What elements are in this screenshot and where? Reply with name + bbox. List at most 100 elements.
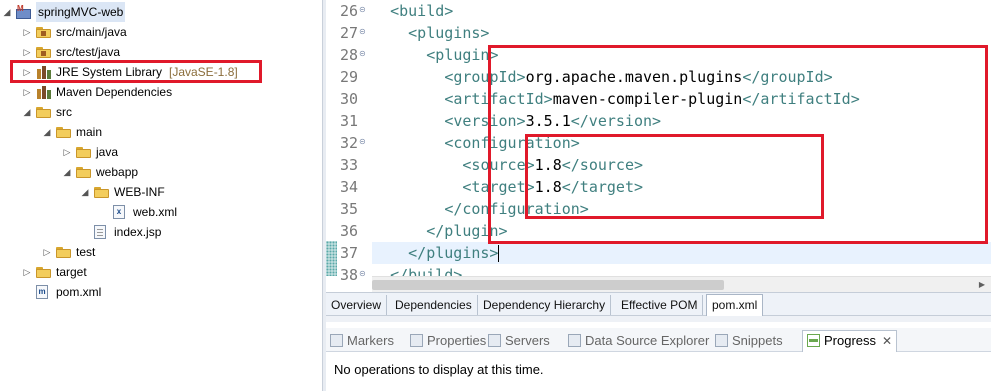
jsp-file-icon (94, 225, 106, 239)
line-number: 37 (340, 244, 359, 262)
tree-item-test[interactable]: ▷ test (0, 242, 320, 262)
tree-item-label: main (76, 125, 103, 139)
xml-tag: </plugins> (408, 244, 499, 262)
view-tab-markers[interactable]: Markers (330, 331, 394, 351)
markers-icon (330, 334, 343, 347)
line-number: 36 (340, 222, 359, 240)
folder-icon (76, 147, 91, 158)
tree-item-index-jsp[interactable]: index.jsp (0, 222, 320, 242)
project-explorer: ◢ MspringMVC-web ▷ src/main/java ▷ src/test/j… (0, 0, 322, 391)
tree-item-pom-xml[interactable]: m pom.xml (0, 282, 320, 302)
tree-item-target[interactable]: ▷ target (0, 262, 320, 282)
view-tab-label: Progress (824, 333, 877, 348)
tree-item-maven-dependencies[interactable]: ▷ Maven Dependencies (0, 82, 320, 102)
tree-item-web-xml[interactable]: x web.xml (0, 202, 320, 222)
folder-icon (56, 127, 71, 138)
collapsed-arrow-icon[interactable]: ▷ (22, 22, 32, 42)
tab-overview[interactable]: Overview (326, 295, 388, 315)
tree-item-label: pom.xml (56, 285, 102, 299)
maven-pom-icon: m (36, 285, 48, 299)
code-line[interactable]: </plugins> (372, 242, 991, 264)
fold-toggle-icon[interactable]: ⊝ (359, 28, 367, 36)
tab-dependencies[interactable]: Dependencies (390, 295, 478, 315)
xml-file-icon: x (113, 205, 125, 219)
tree-item-main[interactable]: ◢ main (0, 122, 320, 142)
view-tab-label: Properties (427, 333, 487, 348)
expanded-arrow-icon[interactable]: ◢ (42, 122, 52, 142)
xml-tag: <plugins> (408, 24, 490, 42)
collapsed-arrow-icon[interactable]: ▷ (22, 82, 32, 102)
view-tab-label: Markers (347, 333, 394, 348)
tree-item-label: webapp (96, 165, 139, 179)
expanded-arrow-icon[interactable]: ◢ (80, 182, 90, 202)
collapsed-arrow-icon[interactable]: ▷ (22, 42, 32, 62)
collapsed-arrow-icon[interactable]: ▷ (42, 242, 52, 262)
bottom-view-panel: Markers Properties Servers Data Source Expl… (326, 316, 991, 391)
folder-icon (36, 107, 51, 118)
tree-item-webapp[interactable]: ◢ webapp (0, 162, 320, 182)
collapsed-arrow-icon[interactable]: ▷ (22, 262, 32, 282)
expanded-arrow-icon[interactable]: ◢ (62, 162, 72, 182)
tree-item-web-inf[interactable]: ◢ WEB-INF (0, 182, 320, 202)
package-folder-icon (36, 27, 51, 38)
fold-toggle-icon[interactable]: ⊝ (359, 50, 367, 58)
code-line[interactable]: <plugins> (372, 22, 489, 44)
view-tab-servers[interactable]: Servers (488, 331, 550, 351)
view-tab-data-source-explorer[interactable]: Data Source Explorer (568, 331, 709, 351)
tab-pom-xml[interactable]: pom.xml (706, 294, 764, 316)
tree-item-label: test (76, 245, 96, 259)
fold-toggle-icon[interactable]: ⊝ (359, 6, 367, 14)
tree-item-label: springMVC-web (36, 2, 126, 22)
jre-library-highlight-box (10, 60, 262, 83)
fold-toggle-icon[interactable]: ⊝ (359, 138, 367, 146)
expanded-arrow-icon[interactable]: ◢ (2, 2, 12, 22)
line-number: 29 (340, 68, 359, 86)
tab-effective-pom[interactable]: Effective POM (616, 295, 704, 315)
folder-icon (36, 267, 51, 278)
view-tab-snippets[interactable]: Snippets (715, 331, 783, 351)
view-tab-label: Snippets (732, 333, 783, 348)
code-line[interactable]: <build> (372, 0, 453, 22)
line-number: 31 (340, 112, 359, 130)
library-icon (36, 85, 52, 99)
code-line[interactable]: <plugin> (372, 44, 498, 66)
collapsed-arrow-icon[interactable]: ▷ (62, 142, 72, 162)
line-number: 33 (340, 156, 359, 174)
tree-item-label: src/test/java (56, 45, 121, 59)
horizontal-scrollbar[interactable]: ▶ (372, 276, 991, 292)
servers-icon (488, 334, 501, 347)
progress-message: No operations to display at this time. (334, 362, 544, 377)
properties-icon (410, 334, 423, 347)
folder-icon (56, 247, 71, 258)
maven-project-icon: M (16, 5, 32, 19)
tree-item-src-main-java[interactable]: ▷ src/main/java (0, 22, 320, 42)
xml-tag: <build> (390, 2, 454, 20)
tree-item-label: target (56, 265, 87, 279)
tree-item-label: index.jsp (114, 225, 162, 239)
configuration-highlight-box (525, 134, 824, 219)
scroll-right-arrow-icon[interactable]: ▶ (979, 277, 985, 293)
pom-editor-tabs: Overview Dependencies Dependency Hierarchy… (326, 292, 991, 316)
scrollbar-thumb[interactable] (372, 280, 724, 290)
line-number-gutter: 26 ⊝ 27 ⊝ 28 ⊝ 29 30 31 32 ⊝ 33 34 35 36 37 38 ⊝ (326, 0, 371, 284)
tree-item-label: java (96, 145, 119, 159)
line-number: 35 (340, 200, 359, 218)
view-tab-properties[interactable]: Properties (410, 331, 486, 351)
tree-item-label: WEB-INF (114, 185, 165, 199)
tree-item-java[interactable]: ▷ java (0, 142, 320, 162)
expanded-arrow-icon[interactable]: ◢ (22, 102, 32, 122)
tree-item-src-test-java[interactable]: ▷ src/test/java (0, 42, 320, 62)
view-tab-progress[interactable]: Progress ✕ (802, 330, 898, 352)
tree-item-springmvc-web[interactable]: ◢ MspringMVC-web (0, 2, 320, 22)
close-icon[interactable]: ✕ (882, 334, 892, 348)
tree-item-label: Maven Dependencies (56, 85, 173, 99)
snippets-icon (715, 334, 728, 347)
text-caret (498, 245, 500, 262)
view-tab-label: Servers (505, 333, 550, 348)
folder-icon (94, 187, 109, 198)
tree-item-label: web.xml (133, 205, 178, 219)
line-number: 34 (340, 178, 359, 196)
tab-dependency-hierarchy[interactable]: Dependency Hierarchy (478, 295, 612, 315)
tree-item-src[interactable]: ◢ src (0, 102, 320, 122)
fold-toggle-icon[interactable]: ⊝ (359, 270, 367, 278)
